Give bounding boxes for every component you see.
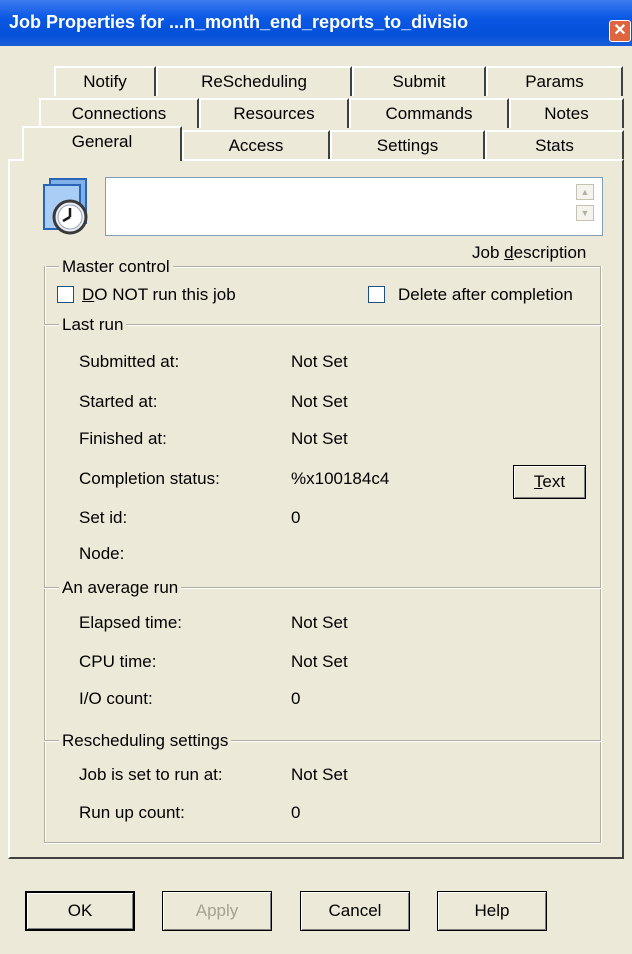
finished-at-label: Finished at: <box>79 429 167 448</box>
ok-button[interactable]: OK <box>25 891 135 931</box>
group-frame-right <box>600 266 602 843</box>
last-run-title: Last run <box>59 315 127 335</box>
cancel-button[interactable]: Cancel <box>300 891 410 931</box>
tab-settings[interactable]: Settings <box>330 130 485 160</box>
run-up-count-label: Run up count: <box>79 803 185 822</box>
tab-notes[interactable]: Notes <box>509 98 624 128</box>
status-text-button[interactable]: Text <box>513 465 586 499</box>
finished-at-value: Not Set <box>291 429 348 448</box>
master-control-title: Master control <box>59 257 173 277</box>
tab-stats[interactable]: Stats <box>485 130 624 160</box>
job-set-to-run-at-label: Job is set to run at: <box>79 765 223 784</box>
node-label: Node: <box>79 544 125 563</box>
help-button[interactable]: Help <box>437 891 547 931</box>
elapsed-time-value: Not Set <box>291 613 348 632</box>
delete-after-completion-checkbox[interactable] <box>368 286 385 303</box>
started-at-label: Started at: <box>79 392 158 411</box>
completion-status-value: %x100184c4 <box>291 469 390 488</box>
job-set-to-run-at-value: Not Set <box>291 765 348 784</box>
scroll-down-arrow-icon[interactable]: ▼ <box>576 205 594 221</box>
submitted-at-value: Not Set <box>291 352 348 371</box>
average-run-title: An average run <box>59 578 182 598</box>
do-not-run-checkbox[interactable] <box>57 286 74 303</box>
job-description-input[interactable]: ▲ ▼ <box>105 177 603 236</box>
do-not-run-label: DO NOT run this job <box>82 285 236 304</box>
last-run-separator <box>44 324 601 326</box>
set-id-label: Set id: <box>79 508 128 527</box>
set-id-value: 0 <box>291 508 301 527</box>
apply-button[interactable]: Apply <box>162 891 272 931</box>
tab-notify[interactable]: Notify <box>54 66 156 96</box>
title-bar[interactable]: Job Properties for ...n_month_end_report… <box>0 0 632 46</box>
tab-general[interactable]: General <box>22 126 182 161</box>
tab-access[interactable]: Access <box>182 130 330 160</box>
submitted-at-label: Submitted at: <box>79 352 180 371</box>
delete-after-completion-label: Delete after completion <box>398 285 573 304</box>
group-frame-left <box>44 266 46 843</box>
job-description-label: Job description <box>472 243 587 262</box>
rescheduling-title: Rescheduling settings <box>59 731 232 751</box>
cpu-time-value: Not Set <box>291 652 348 671</box>
tab-connections[interactable]: Connections <box>39 98 199 128</box>
tab-params[interactable]: Params <box>486 66 623 96</box>
tab-resources[interactable]: Resources <box>199 98 349 128</box>
group-frame-bottom <box>44 842 601 844</box>
completion-status-label: Completion status: <box>79 469 220 488</box>
started-at-value: Not Set <box>291 392 348 411</box>
io-count-label: I/O count: <box>79 689 153 708</box>
scroll-up-arrow-icon[interactable]: ▲ <box>576 184 594 200</box>
run-up-count-value: 0 <box>291 803 301 822</box>
tab-commands[interactable]: Commands <box>349 98 509 128</box>
elapsed-time-label: Elapsed time: <box>79 613 182 632</box>
cpu-time-label: CPU time: <box>79 652 157 671</box>
io-count-value: 0 <box>291 689 301 708</box>
close-icon[interactable]: ✕ <box>609 20 631 42</box>
tab-rescheduling[interactable]: ReScheduling <box>156 66 352 96</box>
job-document-clock-icon <box>43 178 88 235</box>
window-title: Job Properties for ...n_month_end_report… <box>9 12 469 32</box>
tab-submit[interactable]: Submit <box>352 66 486 96</box>
job-properties-dialog: Job Properties for ...n_month_end_report… <box>0 0 632 954</box>
